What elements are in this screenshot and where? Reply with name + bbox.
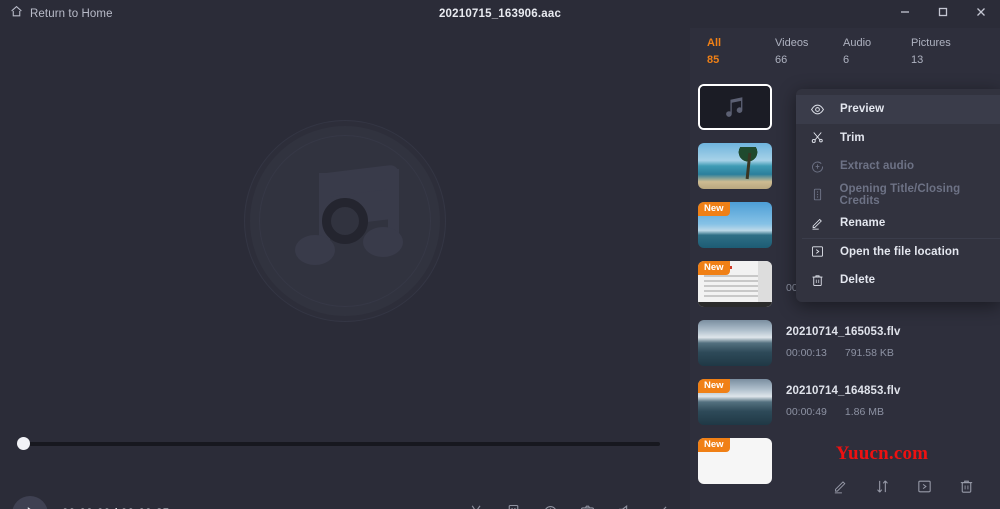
file-duration: 00:00:13: [786, 347, 827, 359]
tab-audio-label: Audio: [843, 37, 872, 49]
menu-item-preview-label: Preview: [840, 103, 885, 116]
context-menu[interactable]: Preview Trim Extract audio Opening Title…: [796, 89, 1000, 302]
delete-trash-icon[interactable]: [958, 478, 975, 500]
thumbnail: [698, 319, 772, 366]
audio-placeholder-container: [0, 28, 690, 413]
menu-item-delete[interactable]: Delete: [796, 266, 1000, 295]
disc-center-hole: [322, 197, 368, 244]
player-controls-bar: 00:00:00 / 00:00:25: [0, 490, 690, 509]
cut-icon[interactable]: [468, 503, 485, 509]
extract-audio-icon: [810, 159, 832, 174]
list-item[interactable]: 20210714_165053.flv 00:00:13 791.58 KB: [690, 313, 1000, 372]
thumbnail: [698, 142, 772, 189]
window-title-container: 20210715_163906.aac: [0, 0, 1000, 28]
file-info: 20210714_164853.flv 00:00:49 1.86 MB: [786, 385, 900, 418]
maximize-button[interactable]: [924, 0, 962, 28]
menu-item-opening-title-closing-credits[interactable]: Opening Title/Closing Credits: [796, 181, 1000, 210]
sort-icon[interactable]: [874, 478, 891, 500]
watermark: Yuucn.com: [835, 443, 929, 464]
seek-handle[interactable]: [17, 437, 30, 450]
menu-item-opening-title-closing-credits-label: Opening Title/Closing Credits: [839, 182, 961, 207]
tab-pictures-label: Pictures: [911, 37, 951, 49]
tab-videos-label: Videos: [775, 37, 809, 49]
snapshot-icon[interactable]: [579, 503, 596, 509]
speed-icon[interactable]: [542, 503, 559, 509]
menu-item-rename-label: Rename: [840, 217, 886, 230]
library-toolbar: [690, 468, 1000, 509]
thumbnail: New: [698, 260, 772, 307]
thumbnail: New: [698, 378, 772, 425]
rename-pencil-icon[interactable]: [832, 478, 849, 500]
open-folder-icon[interactable]: [916, 478, 933, 500]
tab-all-count: 85: [707, 54, 720, 66]
menu-item-delete-label: Delete: [840, 274, 876, 287]
play-button[interactable]: [12, 495, 48, 509]
library-tabs: All 85 Videos 66 Audio 6 Pictures 13: [690, 28, 1000, 77]
menu-item-extract-audio[interactable]: Extract audio: [796, 152, 1000, 181]
filmstrip-icon[interactable]: [505, 503, 522, 509]
menu-item-open-the-file-location[interactable]: Open the file location: [796, 238, 1000, 267]
folder-icon: [810, 244, 832, 259]
menu-item-extract-audio-label: Extract audio: [840, 160, 915, 173]
file-meta: 00:00:13 791.58 KB: [786, 347, 900, 359]
music-disc-icon: [245, 120, 445, 321]
sea-thumbnail-image: [698, 319, 772, 366]
file-name: 20210714_164853.flv: [786, 385, 901, 397]
close-icon: [975, 5, 987, 23]
trash-icon: [810, 273, 832, 288]
trim-icon: [810, 130, 832, 145]
beach-thumbnail-image: [698, 142, 772, 189]
menu-item-trim-label: Trim: [840, 131, 865, 144]
title-credits-icon: [810, 187, 831, 202]
eye-icon: [810, 102, 832, 117]
new-badge: New: [698, 201, 730, 216]
volume-icon[interactable]: [616, 503, 633, 509]
tab-audio-count: 6: [843, 54, 850, 66]
menu-item-trim[interactable]: Trim: [796, 124, 1000, 153]
music-note-graphic: [291, 163, 403, 273]
tab-pictures-count: 13: [911, 54, 924, 66]
video-preview-stage[interactable]: 00:00:00 / 00:00:25: [0, 28, 690, 509]
file-meta: 00:00:49 1.86 MB: [786, 406, 900, 418]
app-window: Return to Home 20210715_163906.aac All 8…: [0, 0, 1000, 509]
return-to-home-label: Return to Home: [30, 8, 113, 20]
thumbnail: New: [698, 201, 772, 248]
file-name: 20210714_165053.flv: [786, 326, 901, 338]
play-icon: [24, 505, 37, 509]
file-info: 20210714_165053.flv 00:00:13 791.58 KB: [786, 326, 900, 359]
player-tool-icons: [468, 503, 670, 509]
tab-pictures[interactable]: Pictures 13: [911, 28, 979, 77]
return-to-home-button[interactable]: Return to Home: [10, 5, 113, 23]
menu-item-preview[interactable]: Preview: [796, 95, 1000, 124]
home-icon: [10, 5, 23, 23]
pencil-icon: [810, 216, 832, 231]
window-controls: [886, 0, 1000, 28]
minimize-icon: [899, 5, 911, 23]
file-size: 791.58 KB: [844, 347, 894, 359]
tab-all[interactable]: All 85: [707, 28, 775, 77]
menu-item-open-the-file-location-label: Open the file location: [840, 245, 960, 258]
seek-bar[interactable]: [0, 428, 690, 460]
tab-videos[interactable]: Videos 66: [775, 28, 843, 77]
maximize-icon: [937, 5, 949, 23]
file-duration: 00:00:49: [786, 406, 827, 418]
tab-audio[interactable]: Audio 6: [843, 28, 911, 77]
menu-item-rename[interactable]: Rename: [796, 209, 1000, 238]
tab-all-label: All: [707, 37, 722, 49]
minimize-button[interactable]: [886, 0, 924, 28]
thumbnail: [698, 83, 772, 130]
new-badge: New: [698, 437, 730, 452]
file-size: 1.86 MB: [844, 406, 884, 418]
close-button[interactable]: [962, 0, 1000, 28]
seek-track[interactable]: [22, 442, 660, 446]
new-badge: New: [698, 378, 730, 393]
list-item[interactable]: New 20210714_164853.flv 00:00:49 1.86 MB: [690, 372, 1000, 431]
new-badge: New: [698, 260, 730, 275]
title-bar: Return to Home 20210715_163906.aac: [0, 0, 1000, 28]
audio-note-icon: [700, 85, 770, 128]
fullscreen-icon[interactable]: [653, 503, 670, 509]
tab-videos-count: 66: [775, 54, 788, 66]
file-info: [786, 456, 804, 465]
window-title: 20210715_163906.aac: [438, 8, 562, 20]
